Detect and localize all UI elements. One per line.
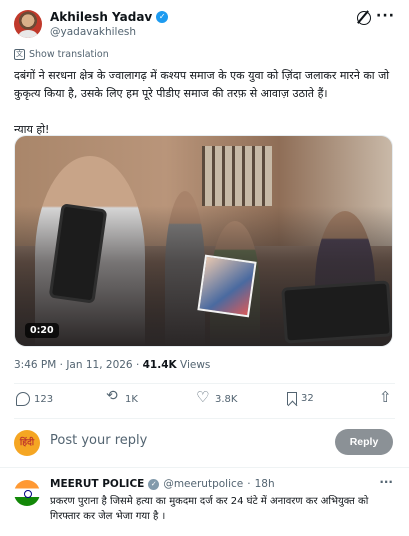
gray-verified-badge-icon: ✓ bbox=[148, 478, 160, 490]
like-button[interactable]: 3.8K bbox=[196, 388, 238, 406]
views-count: 41.4K bbox=[142, 359, 177, 371]
repost-count: 1K bbox=[125, 393, 138, 405]
comment-more-options-icon[interactable]: ··· bbox=[379, 475, 393, 489]
reply-button[interactable]: 123 bbox=[16, 392, 53, 406]
bookmark-icon bbox=[287, 392, 297, 405]
video-duration-badge: 0:20 bbox=[25, 323, 59, 338]
bookmark-button[interactable]: 32 bbox=[287, 392, 314, 405]
author-handle[interactable]: @yadavakhilesh bbox=[50, 26, 136, 38]
share-icon bbox=[379, 388, 393, 406]
more-options-icon[interactable]: ··· bbox=[376, 8, 395, 24]
author-name-row[interactable]: Akhilesh Yadav ✓ bbox=[50, 10, 169, 24]
bookmark-count: 32 bbox=[301, 393, 314, 404]
reply-count: 123 bbox=[34, 393, 54, 405]
heart-icon bbox=[196, 388, 211, 406]
repost-icon bbox=[106, 388, 121, 406]
video-player[interactable]: 0:20 bbox=[14, 135, 393, 347]
tweet-time[interactable]: 3:46 PM bbox=[14, 359, 56, 371]
comment-time[interactable]: 18h bbox=[255, 478, 275, 490]
video-phone bbox=[281, 280, 392, 344]
user-avatar: हिंदी bbox=[14, 430, 40, 456]
commenter-handle[interactable]: @meerutpolice bbox=[163, 478, 243, 490]
meta-separator: · bbox=[132, 359, 143, 371]
action-bar: 123 1K 3.8K 32 bbox=[14, 388, 395, 412]
grok-icon[interactable] bbox=[357, 11, 371, 25]
views-label: Views bbox=[176, 359, 211, 371]
translate-icon: 文 bbox=[14, 49, 25, 60]
commenter-avatar[interactable] bbox=[14, 480, 40, 506]
repost-button[interactable]: 1K bbox=[106, 388, 138, 406]
commenter-name[interactable]: MEERUT POLICE bbox=[50, 478, 144, 490]
divider bbox=[0, 467, 409, 468]
show-translation-link[interactable]: 文 Show translation bbox=[14, 49, 109, 60]
comment-separator: · bbox=[247, 478, 251, 490]
share-button[interactable] bbox=[379, 388, 393, 406]
divider bbox=[14, 418, 395, 419]
reply-composer: हिंदी Post your reply Reply bbox=[14, 427, 395, 457]
tweet-meta: 3:46 PM · Jan 11, 2026 · 41.4K Views bbox=[14, 359, 210, 371]
comment-header: MEERUT POLICE ✓ @meerutpolice · 18h bbox=[50, 478, 275, 490]
author-avatar[interactable] bbox=[14, 10, 42, 38]
show-translation-label[interactable]: Show translation bbox=[29, 49, 109, 60]
video-held-photo bbox=[197, 254, 257, 318]
comment-text: प्रकरण पुराना है जिसमे हत्या का मुकदमा द… bbox=[50, 496, 369, 522]
reply-icon bbox=[16, 392, 30, 406]
tweet-paragraph-1: दबंगों ने सरधना क्षेत्र के ज्वालागढ़ में… bbox=[14, 69, 390, 100]
author-name[interactable]: Akhilesh Yadav bbox=[50, 10, 152, 24]
verified-badge-icon: ✓ bbox=[156, 11, 169, 23]
reply-submit-button[interactable]: Reply bbox=[335, 429, 393, 455]
tweet-header: Akhilesh Yadav ✓ @yadavakhilesh ··· bbox=[14, 8, 397, 42]
meta-separator: · bbox=[56, 359, 67, 371]
divider bbox=[14, 383, 395, 384]
reply-input[interactable]: Post your reply bbox=[50, 433, 147, 448]
reply-tweet[interactable]: MEERUT POLICE ✓ @meerutpolice · 18h ··· … bbox=[14, 475, 395, 534]
video-window-bars bbox=[202, 146, 272, 206]
tweet-date[interactable]: Jan 11, 2026 bbox=[66, 359, 132, 371]
like-count: 3.8K bbox=[215, 393, 238, 405]
